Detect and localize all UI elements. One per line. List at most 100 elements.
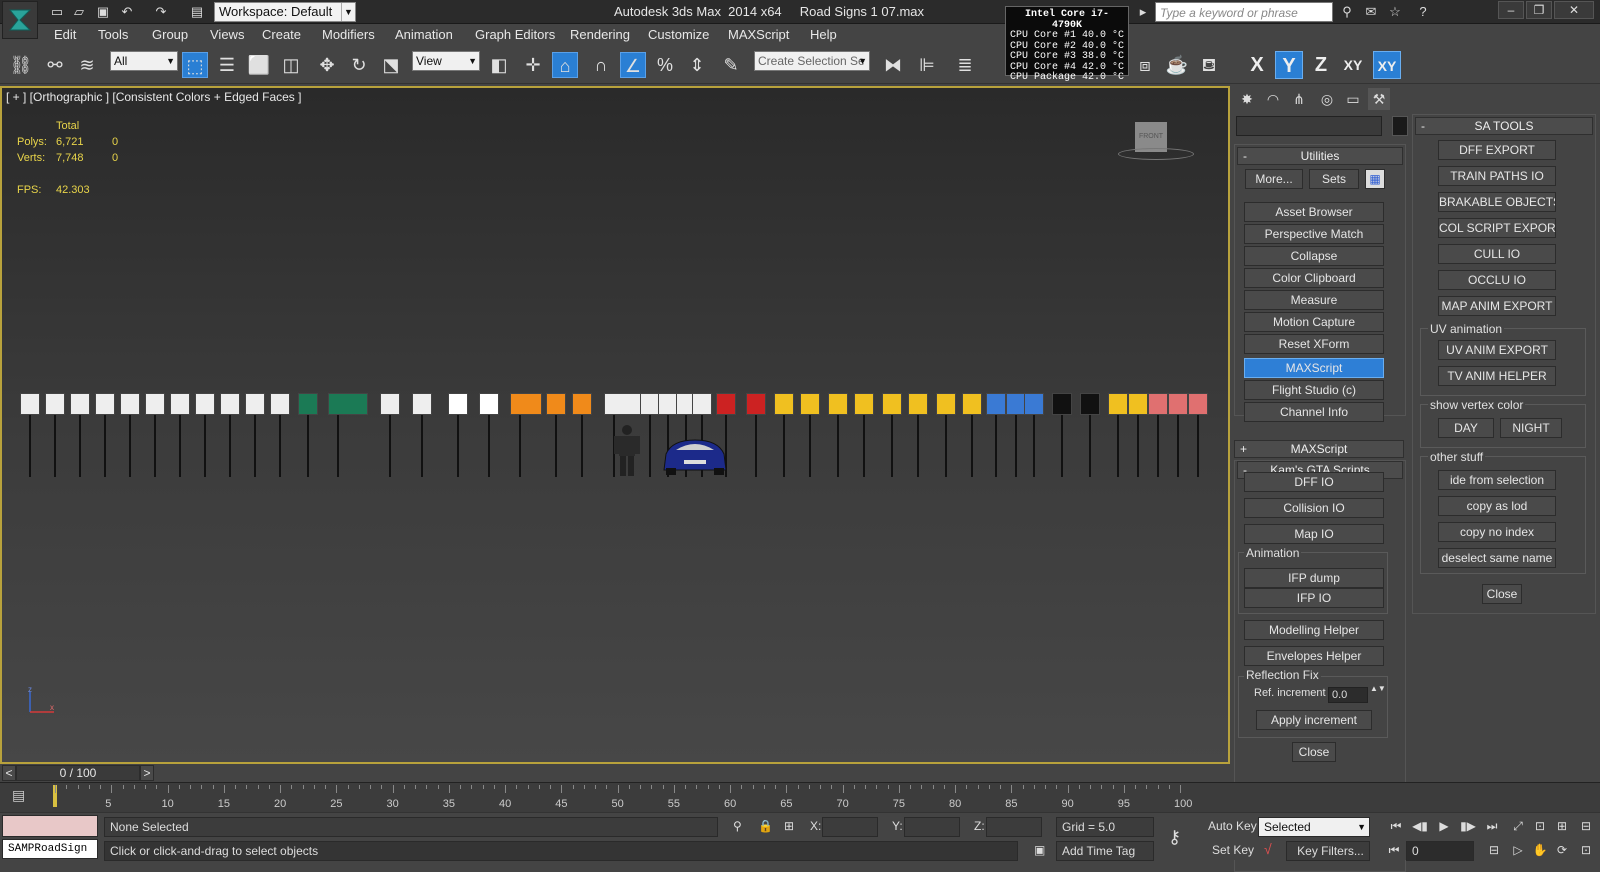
sa-tools-header[interactable]: - SA TOOLS bbox=[1415, 117, 1593, 135]
open-mini-curve-editor-icon[interactable]: ▤ bbox=[12, 787, 34, 807]
maxscript-mini-listener[interactable]: SAMPRoadSign bbox=[2, 839, 98, 859]
layer-manager-icon[interactable]: ≣ bbox=[952, 52, 978, 78]
named-selection-set-dropdown[interactable]: Create Selection Se ▼ bbox=[754, 51, 870, 71]
pan-view-icon[interactable]: ✋ bbox=[1530, 840, 1550, 860]
occlu-io-button[interactable]: OCCLU IO bbox=[1438, 270, 1556, 290]
motion-tab-icon[interactable]: ◎ bbox=[1316, 88, 1338, 110]
reset-xform-button[interactable]: Reset XForm bbox=[1244, 334, 1384, 354]
menu-edit[interactable]: Edit bbox=[54, 27, 76, 42]
axis-z-button[interactable]: Z bbox=[1307, 51, 1335, 79]
maxscript-button[interactable]: MAXScript bbox=[1244, 358, 1384, 378]
viewport-orthographic[interactable]: [ + ] [Orthographic ] [Consistent Colors… bbox=[0, 86, 1230, 764]
isolate-selection-icon[interactable]: ⚲ bbox=[733, 819, 742, 833]
day-button[interactable]: DAY bbox=[1438, 418, 1494, 438]
search-input[interactable]: Type a keyword or phrase bbox=[1155, 2, 1333, 22]
color-clipboard-button[interactable]: Color Clipboard bbox=[1244, 268, 1384, 288]
open-file-icon[interactable]: ▱ bbox=[70, 3, 88, 21]
move-icon[interactable]: ✥ bbox=[314, 52, 340, 78]
ref-increment-input[interactable]: 0.0 bbox=[1328, 687, 1368, 703]
time-configuration-icon[interactable]: ⊟ bbox=[1484, 840, 1504, 860]
axis-y-button[interactable]: Y bbox=[1275, 51, 1303, 79]
key-mode-dropdown[interactable]: Selected ▼ bbox=[1258, 817, 1370, 837]
go-to-start-icon[interactable]: ⏮ bbox=[1386, 816, 1406, 836]
character-model[interactable] bbox=[610, 424, 644, 476]
dff-io-button[interactable]: DFF IO bbox=[1244, 472, 1384, 492]
train-paths-io-button[interactable]: TRAIN PATHS IO bbox=[1438, 166, 1556, 186]
pivot-center-icon[interactable]: ◧ bbox=[486, 52, 512, 78]
menu-group[interactable]: Group bbox=[152, 27, 188, 42]
collision-io-button[interactable]: Collision IO bbox=[1244, 498, 1384, 518]
axis-xy-constraint-button[interactable]: XY bbox=[1373, 51, 1401, 79]
go-to-end-icon[interactable]: ⏭ bbox=[1482, 816, 1502, 836]
channel-info-button[interactable]: Channel Info bbox=[1244, 402, 1384, 422]
maximize-toggle-icon[interactable]: ⊡ bbox=[1576, 840, 1596, 860]
save-file-icon[interactable]: ▣ bbox=[94, 3, 112, 21]
absolute-mode-transform-icon[interactable]: ⊞ bbox=[784, 819, 794, 833]
motion-capture-button[interactable]: Motion Capture bbox=[1244, 312, 1384, 332]
menu-animation[interactable]: Animation bbox=[395, 27, 453, 42]
night-button[interactable]: NIGHT bbox=[1500, 418, 1562, 438]
axis-xy-button[interactable]: XY bbox=[1339, 51, 1367, 79]
viewport-label[interactable]: [ + ] [Orthographic ] [Consistent Colors… bbox=[6, 90, 301, 104]
orbit-icon[interactable]: ⟳ bbox=[1552, 840, 1572, 860]
flight-studio-c-button[interactable]: Flight Studio (c) bbox=[1244, 380, 1384, 400]
new-file-icon[interactable]: ▭ bbox=[48, 3, 66, 21]
apply-increment-button[interactable]: Apply increment bbox=[1256, 710, 1372, 730]
ifp-io-button[interactable]: IFP IO bbox=[1244, 588, 1384, 608]
utilities-rollout-header[interactable]: - Utilities bbox=[1237, 147, 1403, 165]
key-mode-toggle-icon[interactable]: ⏮ bbox=[1384, 840, 1404, 860]
menu-maxscript[interactable]: MAXScript bbox=[728, 27, 789, 42]
zoom-extents-all-icon[interactable]: ⊞ bbox=[1552, 816, 1572, 836]
menu-rendering[interactable]: Rendering bbox=[570, 27, 630, 42]
minimize-button[interactable]: – bbox=[1498, 1, 1524, 19]
maximize-viewport-icon[interactable]: ⊟ bbox=[1576, 816, 1596, 836]
maxscript-rollout-header[interactable]: + MAXScript bbox=[1234, 440, 1404, 458]
y-coordinate-field[interactable] bbox=[904, 817, 960, 837]
create-tab-icon[interactable]: ✸ bbox=[1236, 88, 1258, 110]
scale-icon[interactable]: ⬔ bbox=[378, 52, 404, 78]
snaps-toggle-icon[interactable]: ∩ bbox=[588, 52, 614, 78]
rotate-icon[interactable]: ↻ bbox=[346, 52, 372, 78]
selection-lock-icon[interactable]: 🔒 bbox=[758, 819, 773, 833]
mirror-icon[interactable]: ⧓ bbox=[880, 52, 906, 78]
communication-center-icon[interactable]: ✉ bbox=[1362, 3, 1380, 21]
rendered-frame-window-icon[interactable]: ☕ bbox=[1164, 52, 1190, 78]
window-crossing-icon[interactable]: ◫ bbox=[278, 52, 304, 78]
axis-x-button[interactable]: X bbox=[1243, 51, 1271, 79]
set-key-button[interactable]: Set Key bbox=[1212, 843, 1254, 857]
add-time-tag-icon[interactable]: ▣ bbox=[1034, 843, 1045, 857]
collapse-button[interactable]: Collapse bbox=[1244, 246, 1384, 266]
track-bar[interactable]: ▤ 5 10 15 20 25 30 35 40 45 50 55 60 65 70 75 80 85 90 95 1… bbox=[0, 782, 1600, 812]
previous-frame-button[interactable]: < bbox=[2, 765, 16, 781]
dff-export-button[interactable]: DFF EXPORT bbox=[1438, 140, 1556, 160]
workspace-dropdown[interactable]: Workspace: Default ▼ bbox=[214, 2, 356, 22]
select-by-name-icon[interactable]: ☰ bbox=[214, 52, 240, 78]
binoculars-icon[interactable]: ⚲ bbox=[1338, 3, 1356, 21]
rectangular-selection-icon[interactable]: ⬜ bbox=[246, 52, 272, 78]
copy-no-index-button[interactable]: copy no index bbox=[1438, 522, 1556, 542]
next-key-icon[interactable]: ▮▶ bbox=[1458, 816, 1478, 836]
play-icon[interactable]: ▶ bbox=[1434, 816, 1454, 836]
select-and-link-icon[interactable]: ⛓ bbox=[8, 52, 34, 78]
zoom-all-icon[interactable]: ⊡ bbox=[1530, 816, 1550, 836]
display-tab-icon[interactable]: ▭ bbox=[1342, 88, 1364, 110]
object-color-swatch[interactable] bbox=[1392, 116, 1408, 136]
angle-snap-icon[interactable]: ∠ bbox=[620, 52, 646, 78]
current-frame-field[interactable]: 0 bbox=[1406, 841, 1474, 861]
hierarchy-tab-icon[interactable]: ⋔ bbox=[1288, 88, 1310, 110]
reference-coordinate-dropdown[interactable]: View ▼ bbox=[412, 51, 480, 71]
map-anim-export-button[interactable]: MAP ANIM EXPORT bbox=[1438, 296, 1556, 316]
help-icon[interactable]: ? bbox=[1414, 3, 1432, 21]
add-time-tag-button[interactable]: Add Time Tag bbox=[1056, 841, 1154, 861]
unlink-icon[interactable]: ⚯ bbox=[42, 52, 68, 78]
uv-anim-export-button[interactable]: UV ANIM EXPORT bbox=[1438, 340, 1556, 360]
selection-filter-dropdown[interactable]: All ▼ bbox=[110, 51, 178, 71]
sa-tools-close-button[interactable]: Close bbox=[1482, 584, 1522, 604]
car-model[interactable] bbox=[660, 434, 730, 476]
zoom-extents-icon[interactable]: ⤢ bbox=[1508, 816, 1528, 836]
perspective-match-button[interactable]: Perspective Match bbox=[1244, 224, 1384, 244]
menu-tools[interactable]: Tools bbox=[98, 27, 128, 42]
project-folder-icon[interactable]: ▤ bbox=[188, 3, 206, 21]
copy-as-lod-button[interactable]: copy as lod bbox=[1438, 496, 1556, 516]
previous-key-icon[interactable]: ◀▮ bbox=[1410, 816, 1430, 836]
